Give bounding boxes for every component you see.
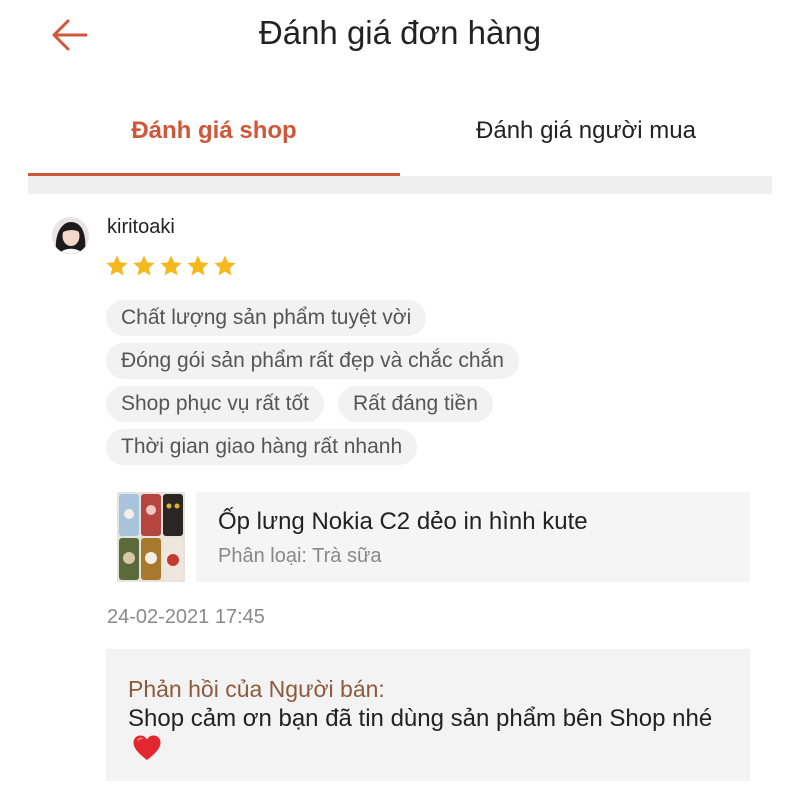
reviewer-username[interactable]: kiritoaki [107,216,175,239]
product-variant: Phân loại: Trà sữa [218,545,382,567]
section-divider [28,176,772,194]
tab-buyer-review[interactable]: Đánh giá người mua [400,92,772,176]
rating-stars [105,254,237,282]
product-name: Ốp lưng Nokia C2 dẻo in hình kute [218,508,588,535]
star-icon [160,255,182,276]
red-heart-icon [133,735,161,760]
review-tags: Chất lượng sản phẩm tuyệt vời Đóng gói s… [106,300,746,472]
seller-reply-box: Phản hồi của Người bán: Shop cảm ơn bạn … [106,649,750,781]
tab-bar: Đánh giá shop Đánh giá người mua [28,92,772,176]
star-icon [106,255,128,276]
header-bar: Đánh giá đơn hàng [0,0,800,80]
review-tag: Rất đáng tiền [337,386,493,422]
review-tag: Chất lượng sản phẩm tuyệt vời [106,300,427,336]
star-icon [133,255,155,276]
star-icon [214,255,236,276]
seller-reply-text-wrap: Shop cảm ơn bạn đã tin dùng sản phẩm bên… [128,704,728,765]
product-thumbnail[interactable] [117,492,185,582]
review-timestamp: 24-02-2021 17:45 [107,606,265,628]
review-tag: Thời gian giao hàng rất nhanh [106,429,418,465]
avatar[interactable] [52,217,89,254]
seller-reply-title: Phản hồi của Người bán: [128,676,385,702]
review-tag: Shop phục vụ rất tốt [106,386,324,422]
star-icon [187,255,209,276]
review-tag: Đóng gói sản phẩm rất đẹp và chắc chắn [106,343,519,379]
seller-reply-text: Shop cảm ơn bạn đã tin dùng sản phẩm bên… [128,705,713,732]
tab-shop-review[interactable]: Đánh giá shop [28,92,400,176]
product-card[interactable]: Ốp lưng Nokia C2 dẻo in hình kute Phân l… [196,492,750,582]
page-title: Đánh giá đơn hàng [258,14,542,51]
